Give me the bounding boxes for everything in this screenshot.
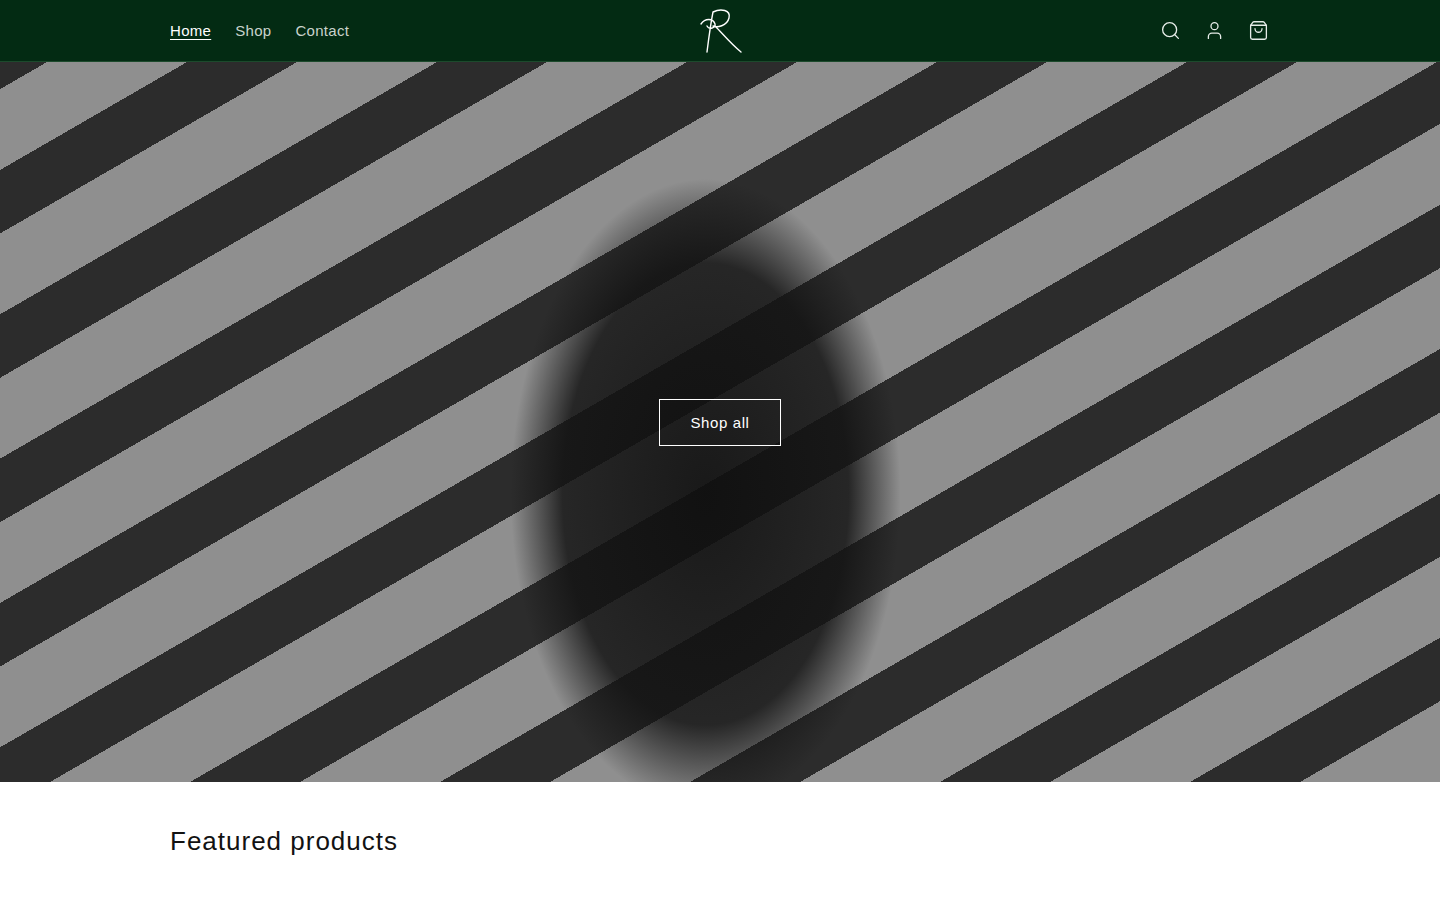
page: Home Shop Contact Shop all Featured products — [0, 0, 1440, 900]
featured-section: Featured products — [0, 782, 1440, 857]
nav-link[interactable]: Contact — [295, 22, 349, 39]
header-icons — [747, 19, 1270, 43]
cart-icon — [1248, 20, 1269, 41]
account-button[interactable] — [1202, 19, 1226, 43]
section-title: Featured products — [170, 826, 1270, 857]
search-icon — [1160, 20, 1181, 41]
shop-all-button[interactable]: Shop all — [659, 399, 780, 446]
hero-image: Shop all — [0, 62, 1440, 782]
nav-link[interactable]: Home — [170, 22, 211, 39]
search-button[interactable] — [1158, 19, 1182, 43]
cart-button[interactable] — [1246, 19, 1270, 43]
logo-icon[interactable] — [693, 6, 747, 56]
user-icon — [1204, 20, 1225, 41]
nav-link[interactable]: Shop — [235, 22, 271, 39]
header: Home Shop Contact — [0, 0, 1440, 62]
main-nav: Home Shop Contact — [170, 22, 693, 39]
